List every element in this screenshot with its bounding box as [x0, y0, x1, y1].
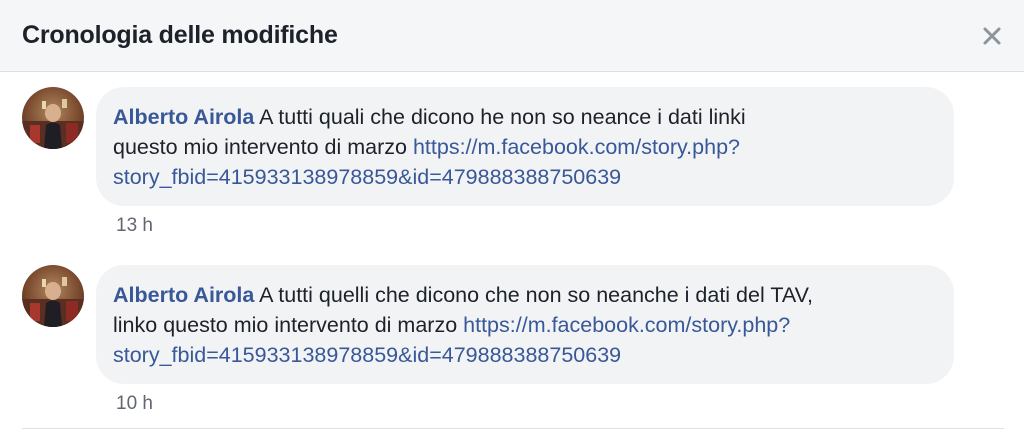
comment-text-line1: A tutti quelli che dicono che non so nea… [254, 283, 813, 307]
edit-history-dialog: Cronologia delle modifiche Alberto Airol… [0, 0, 1024, 433]
story-link-part2[interactable]: story_fbid=415933138978859&id=4798883887… [113, 165, 621, 189]
dialog-header: Cronologia delle modifiche [0, 0, 1024, 72]
close-icon [983, 27, 1001, 45]
avatar[interactable] [22, 265, 84, 327]
avatar[interactable] [22, 87, 84, 149]
divider [22, 428, 1004, 429]
story-link-part1[interactable]: https://m.facebook.com/story.php? [463, 313, 790, 337]
comment-text-line2: linko questo mio intervento di marzo [113, 313, 464, 337]
timestamp: 10 h [116, 393, 153, 414]
comment-bubble: Alberto Airola A tutti quelli che dicono… [96, 265, 954, 384]
author-link[interactable]: Alberto Airola [113, 105, 254, 129]
dialog-title: Cronologia delle modifiche [22, 21, 338, 49]
story-link-part2[interactable]: story_fbid=415933138978859&id=4798883887… [113, 343, 621, 367]
comment-text-line1: A tutti quali che dicono he non so neanc… [254, 105, 746, 129]
comment-bubble: Alberto Airola A tutti quali che dicono … [96, 87, 954, 206]
comment-text-line2: questo mio intervento di marzo [113, 135, 413, 159]
author-link[interactable]: Alberto Airola [113, 283, 254, 307]
close-button[interactable] [978, 22, 1006, 50]
timestamp: 13 h [116, 215, 153, 236]
story-link-part1[interactable]: https://m.facebook.com/story.php? [413, 135, 740, 159]
